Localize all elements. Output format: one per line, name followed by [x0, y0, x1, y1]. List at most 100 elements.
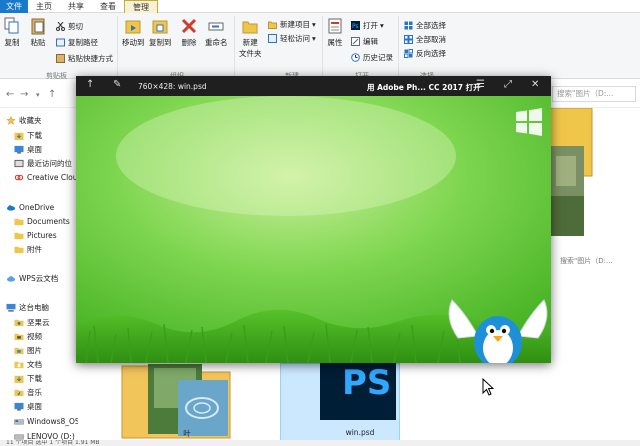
- preview-window: ↑ ✎ 760×428: win.psd 用 Adobe Ph... CC 20…: [76, 76, 551, 363]
- new-item-button[interactable]: 新建项目 ▾: [268, 19, 316, 29]
- up-arrow-icon[interactable]: ↑: [48, 89, 56, 100]
- rename-icon: [208, 22, 224, 31]
- search-input[interactable]: 搜索"图片（D:...: [552, 86, 636, 102]
- mouse-cursor-icon: [482, 378, 494, 396]
- delete-x-icon: [181, 18, 197, 34]
- properties-label: 属性: [327, 38, 343, 47]
- new-item-icon: [268, 21, 277, 29]
- properties-button[interactable]: 属性: [327, 17, 343, 48]
- recent-dropdown-icon[interactable]: ▾: [36, 91, 40, 99]
- paste-shortcut-icon: [56, 53, 65, 63]
- tab-home[interactable]: 主页: [28, 0, 60, 13]
- copy-to-icon: [152, 20, 168, 34]
- new-folder-button[interactable]: 新建 文件夹: [239, 17, 262, 59]
- copy-path-button[interactable]: 复制路径: [56, 37, 98, 47]
- psd-file-label: win.psd: [345, 428, 375, 437]
- invert-selection-button[interactable]: 反向选择: [404, 48, 446, 58]
- tab-view[interactable]: 查看: [92, 0, 124, 13]
- copy-icon: [4, 17, 19, 34]
- up-arrow-icon[interactable]: ↑: [86, 79, 94, 90]
- preview-title: 760×428: win.psd: [138, 82, 207, 91]
- back-arrow-icon[interactable]: ←: [6, 89, 14, 100]
- pictures-folder-icon: [14, 347, 24, 355]
- ribbon-tabs: 文件 主页 共享 查看 管理: [0, 0, 640, 13]
- edit-icon: [351, 36, 360, 46]
- tab-share[interactable]: 共享: [60, 0, 92, 13]
- star-icon: [6, 116, 16, 125]
- copy-label: 复制: [4, 38, 20, 47]
- edit-button[interactable]: 编辑: [351, 36, 378, 46]
- nav-item-onedrive[interactable]: OneDrive: [6, 201, 84, 214]
- new-folder-label: 新建 文件夹: [239, 38, 262, 58]
- nav-item-favorites[interactable]: 收藏夹: [6, 114, 84, 127]
- rename-button[interactable]: 重命名: [205, 17, 228, 48]
- status-bar: 11 个项目 选中 1 个项目 1.91 MB: [0, 440, 640, 446]
- preview-image: [76, 96, 551, 363]
- image-thumbnail[interactable]: [550, 146, 584, 236]
- delete-label: 删除: [181, 38, 197, 47]
- invert-selection-label: 反向选择: [416, 48, 446, 58]
- navigation-pane: 收藏夹 下载 桌面 最近访问的位 Creative Clou OneDrive …: [0, 108, 80, 446]
- paste-shortcut-button[interactable]: 粘贴快捷方式: [56, 53, 113, 63]
- group-separator: [117, 16, 118, 76]
- folder-icon: [14, 218, 24, 226]
- paste-shortcut-label: 粘贴快捷方式: [68, 53, 113, 63]
- group-separator: [322, 16, 323, 76]
- paste-button[interactable]: 粘贴: [30, 17, 46, 48]
- move-to-label: 移动到: [122, 38, 145, 47]
- tab-file[interactable]: 文件: [0, 0, 28, 13]
- nutstore-icon: [14, 319, 24, 327]
- open-with-button[interactable]: 用 Adobe Ph... CC 2017 打开: [367, 82, 481, 93]
- computer-icon: [6, 303, 16, 312]
- folder-icon: [14, 232, 24, 240]
- drive-icon: [14, 419, 24, 425]
- photoshop-icon: Ps: [351, 20, 360, 30]
- search-input-hint: 搜索"图片（D:...: [560, 257, 613, 265]
- copy-to-label: 复制到: [149, 38, 172, 47]
- creative-cloud-icon: [14, 174, 24, 181]
- onedrive-icon: [6, 205, 16, 211]
- nav-item-this-pc[interactable]: 这台电脑: [6, 301, 84, 314]
- delete-button[interactable]: 删除: [181, 17, 197, 48]
- open-label: 打开: [363, 20, 378, 30]
- folder-icon: [14, 246, 24, 254]
- easy-access-icon: [268, 33, 277, 43]
- select-none-button[interactable]: 全部取消: [404, 34, 446, 44]
- tab-manage[interactable]: 管理: [124, 0, 158, 13]
- easy-access-button[interactable]: 轻松访问 ▾: [268, 33, 316, 43]
- edit-label: 编辑: [363, 36, 378, 46]
- forward-arrow-icon[interactable]: →: [20, 89, 28, 100]
- cut-button[interactable]: 剪切: [56, 21, 83, 31]
- history-button[interactable]: 历史记录: [351, 52, 393, 62]
- rename-label: 重命名: [205, 38, 228, 47]
- desktop-icon: [14, 402, 24, 411]
- download-folder-icon: [14, 132, 24, 140]
- psd-file-icon[interactable]: PS: [320, 360, 396, 420]
- select-none-icon: [404, 34, 413, 44]
- open-button[interactable]: Ps 打开 ▾: [351, 20, 384, 30]
- select-all-label: 全部选择: [416, 20, 446, 30]
- expand-icon[interactable]: ⤢: [504, 79, 512, 90]
- nav-item-wps-cloud[interactable]: WPS云文档: [6, 272, 84, 285]
- history-clock-icon: [351, 52, 360, 62]
- group-separator: [398, 16, 399, 76]
- svg-text:Ps: Ps: [352, 23, 359, 30]
- copy-button[interactable]: 复制: [4, 17, 20, 48]
- ribbon: 复制 粘贴 剪切 复制路径 粘贴快捷方式 剪贴板 移动到 复制到 删除 重命名 …: [0, 13, 640, 80]
- move-to-icon: [125, 20, 141, 34]
- select-all-button[interactable]: 全部选择: [404, 20, 446, 30]
- music-folder-icon: [14, 389, 24, 397]
- close-icon[interactable]: ✕: [531, 79, 539, 90]
- pin-icon[interactable]: ✎: [113, 79, 121, 90]
- move-to-button[interactable]: 移动到: [122, 17, 145, 48]
- select-none-label: 全部取消: [416, 34, 446, 44]
- video-folder-icon: [14, 333, 24, 341]
- settings-sliders-icon[interactable]: ☰: [476, 79, 485, 90]
- copy-to-button[interactable]: 复制到: [149, 17, 172, 48]
- copy-path-icon: [56, 38, 65, 46]
- preview-title-bar: ↑ ✎ 760×428: win.psd 用 Adobe Ph... CC 20…: [76, 76, 551, 96]
- svg-text:PS: PS: [342, 363, 391, 403]
- dropdown-arrow-icon: ▾: [312, 19, 316, 29]
- desktop-icon: [14, 145, 24, 154]
- easy-access-label: 轻松访问: [280, 33, 310, 43]
